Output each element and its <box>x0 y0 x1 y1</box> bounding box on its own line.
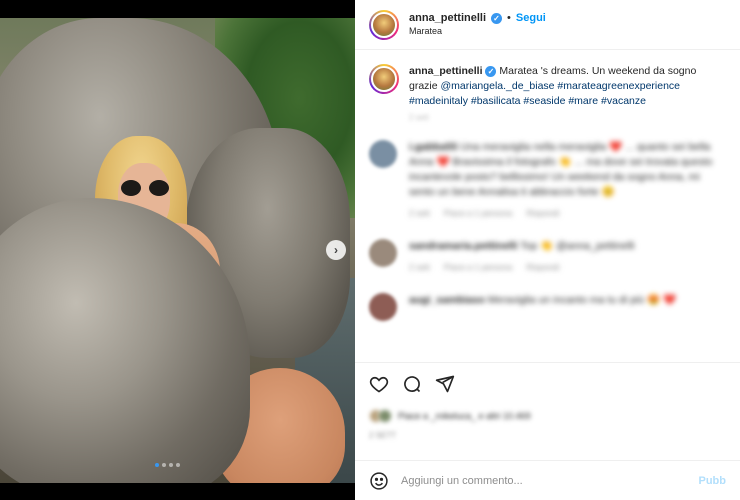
comment-item: i.gabba55 Una meraviglia nella meravigli… <box>369 140 726 221</box>
post-modal: › anna_pettinelli ✓ • Segui Maratea anna… <box>0 0 740 500</box>
verified-badge-icon: ✓ <box>491 13 503 25</box>
emoji-icon[interactable] <box>369 471 389 491</box>
liker-avatar <box>378 409 392 423</box>
comment-likes[interactable]: Piace a 1 persona <box>444 260 513 275</box>
avatar[interactable] <box>369 64 399 94</box>
post-location[interactable]: Maratea <box>409 26 546 37</box>
post-caption: anna_pettinelli ✓ Maratea 's dreams. Un … <box>369 64 726 109</box>
comment-time: 2 sett <box>409 262 430 272</box>
commenter-username[interactable]: sandramaria.pettinelli <box>409 240 518 252</box>
publish-button[interactable]: Pubb <box>699 475 727 487</box>
post-date: 2 SETT <box>369 431 397 440</box>
carousel-indicator <box>155 463 180 467</box>
comment-likes[interactable]: Piace a 1 persona <box>444 206 513 221</box>
commenter-avatar[interactable] <box>369 293 397 321</box>
comment-icon[interactable] <box>402 374 422 394</box>
comment-text: Meraviglia un incanto ma tu di più 😍 ❤️ <box>487 294 677 306</box>
next-media-button[interactable]: › <box>326 240 346 260</box>
carousel-dot <box>169 463 173 467</box>
post-photo <box>0 18 355 483</box>
follow-button[interactable]: Segui <box>516 12 546 26</box>
post-sidebar: anna_pettinelli ✓ • Segui Maratea anna_p… <box>355 0 740 500</box>
commenter-avatar[interactable] <box>369 140 397 168</box>
carousel-dot <box>162 463 166 467</box>
post-header: anna_pettinelli ✓ • Segui Maratea <box>355 0 740 50</box>
commenter-avatar[interactable] <box>369 239 397 267</box>
author-username[interactable]: anna_pettinelli <box>409 12 486 26</box>
comments-list[interactable]: anna_pettinelli ✓ Maratea 's dreams. Un … <box>355 50 740 362</box>
commenter-username[interactable]: i.gabba55 <box>409 141 457 153</box>
comment-time: 2 sett <box>409 208 430 218</box>
verified-badge-icon: ✓ <box>485 66 497 77</box>
caption-mention[interactable]: @mariangela._de_biase <box>441 80 555 92</box>
carousel-dot <box>155 463 159 467</box>
photo-sunglasses <box>121 180 169 196</box>
chevron-right-icon: › <box>334 243 338 257</box>
comment-item: sandramaria.pettinelli Top 👏 @anna_petti… <box>369 239 726 275</box>
comment-text: Top 👏 @anna_pettinelli <box>520 240 635 252</box>
commenter-username[interactable]: augi_sambiaso <box>409 294 485 306</box>
liked-by[interactable]: Piace a _mikeluca_ e altri 10.469 <box>369 409 726 423</box>
separator: • <box>507 12 511 24</box>
add-comment-bar: Pubb <box>355 460 740 500</box>
caption-timestamp: 2 sett <box>409 113 429 122</box>
reply-button[interactable]: Rispondi <box>526 206 559 221</box>
carousel-dot <box>176 463 180 467</box>
liked-by-text[interactable]: Piace a _mikeluca_ e altri 10.469 <box>398 411 531 421</box>
post-media: › <box>0 0 355 500</box>
avatar[interactable] <box>369 9 399 40</box>
comment-item: augi_sambiaso Meraviglia un incanto ma t… <box>369 293 726 321</box>
reply-button[interactable]: Rispondi <box>526 260 559 275</box>
caption-username[interactable]: anna_pettinelli <box>409 65 483 77</box>
heart-icon[interactable] <box>369 374 389 394</box>
comment-input[interactable] <box>401 474 699 487</box>
post-actions: Piace a _mikeluca_ e altri 10.469 2 SETT <box>355 362 740 440</box>
share-icon[interactable] <box>435 374 455 394</box>
